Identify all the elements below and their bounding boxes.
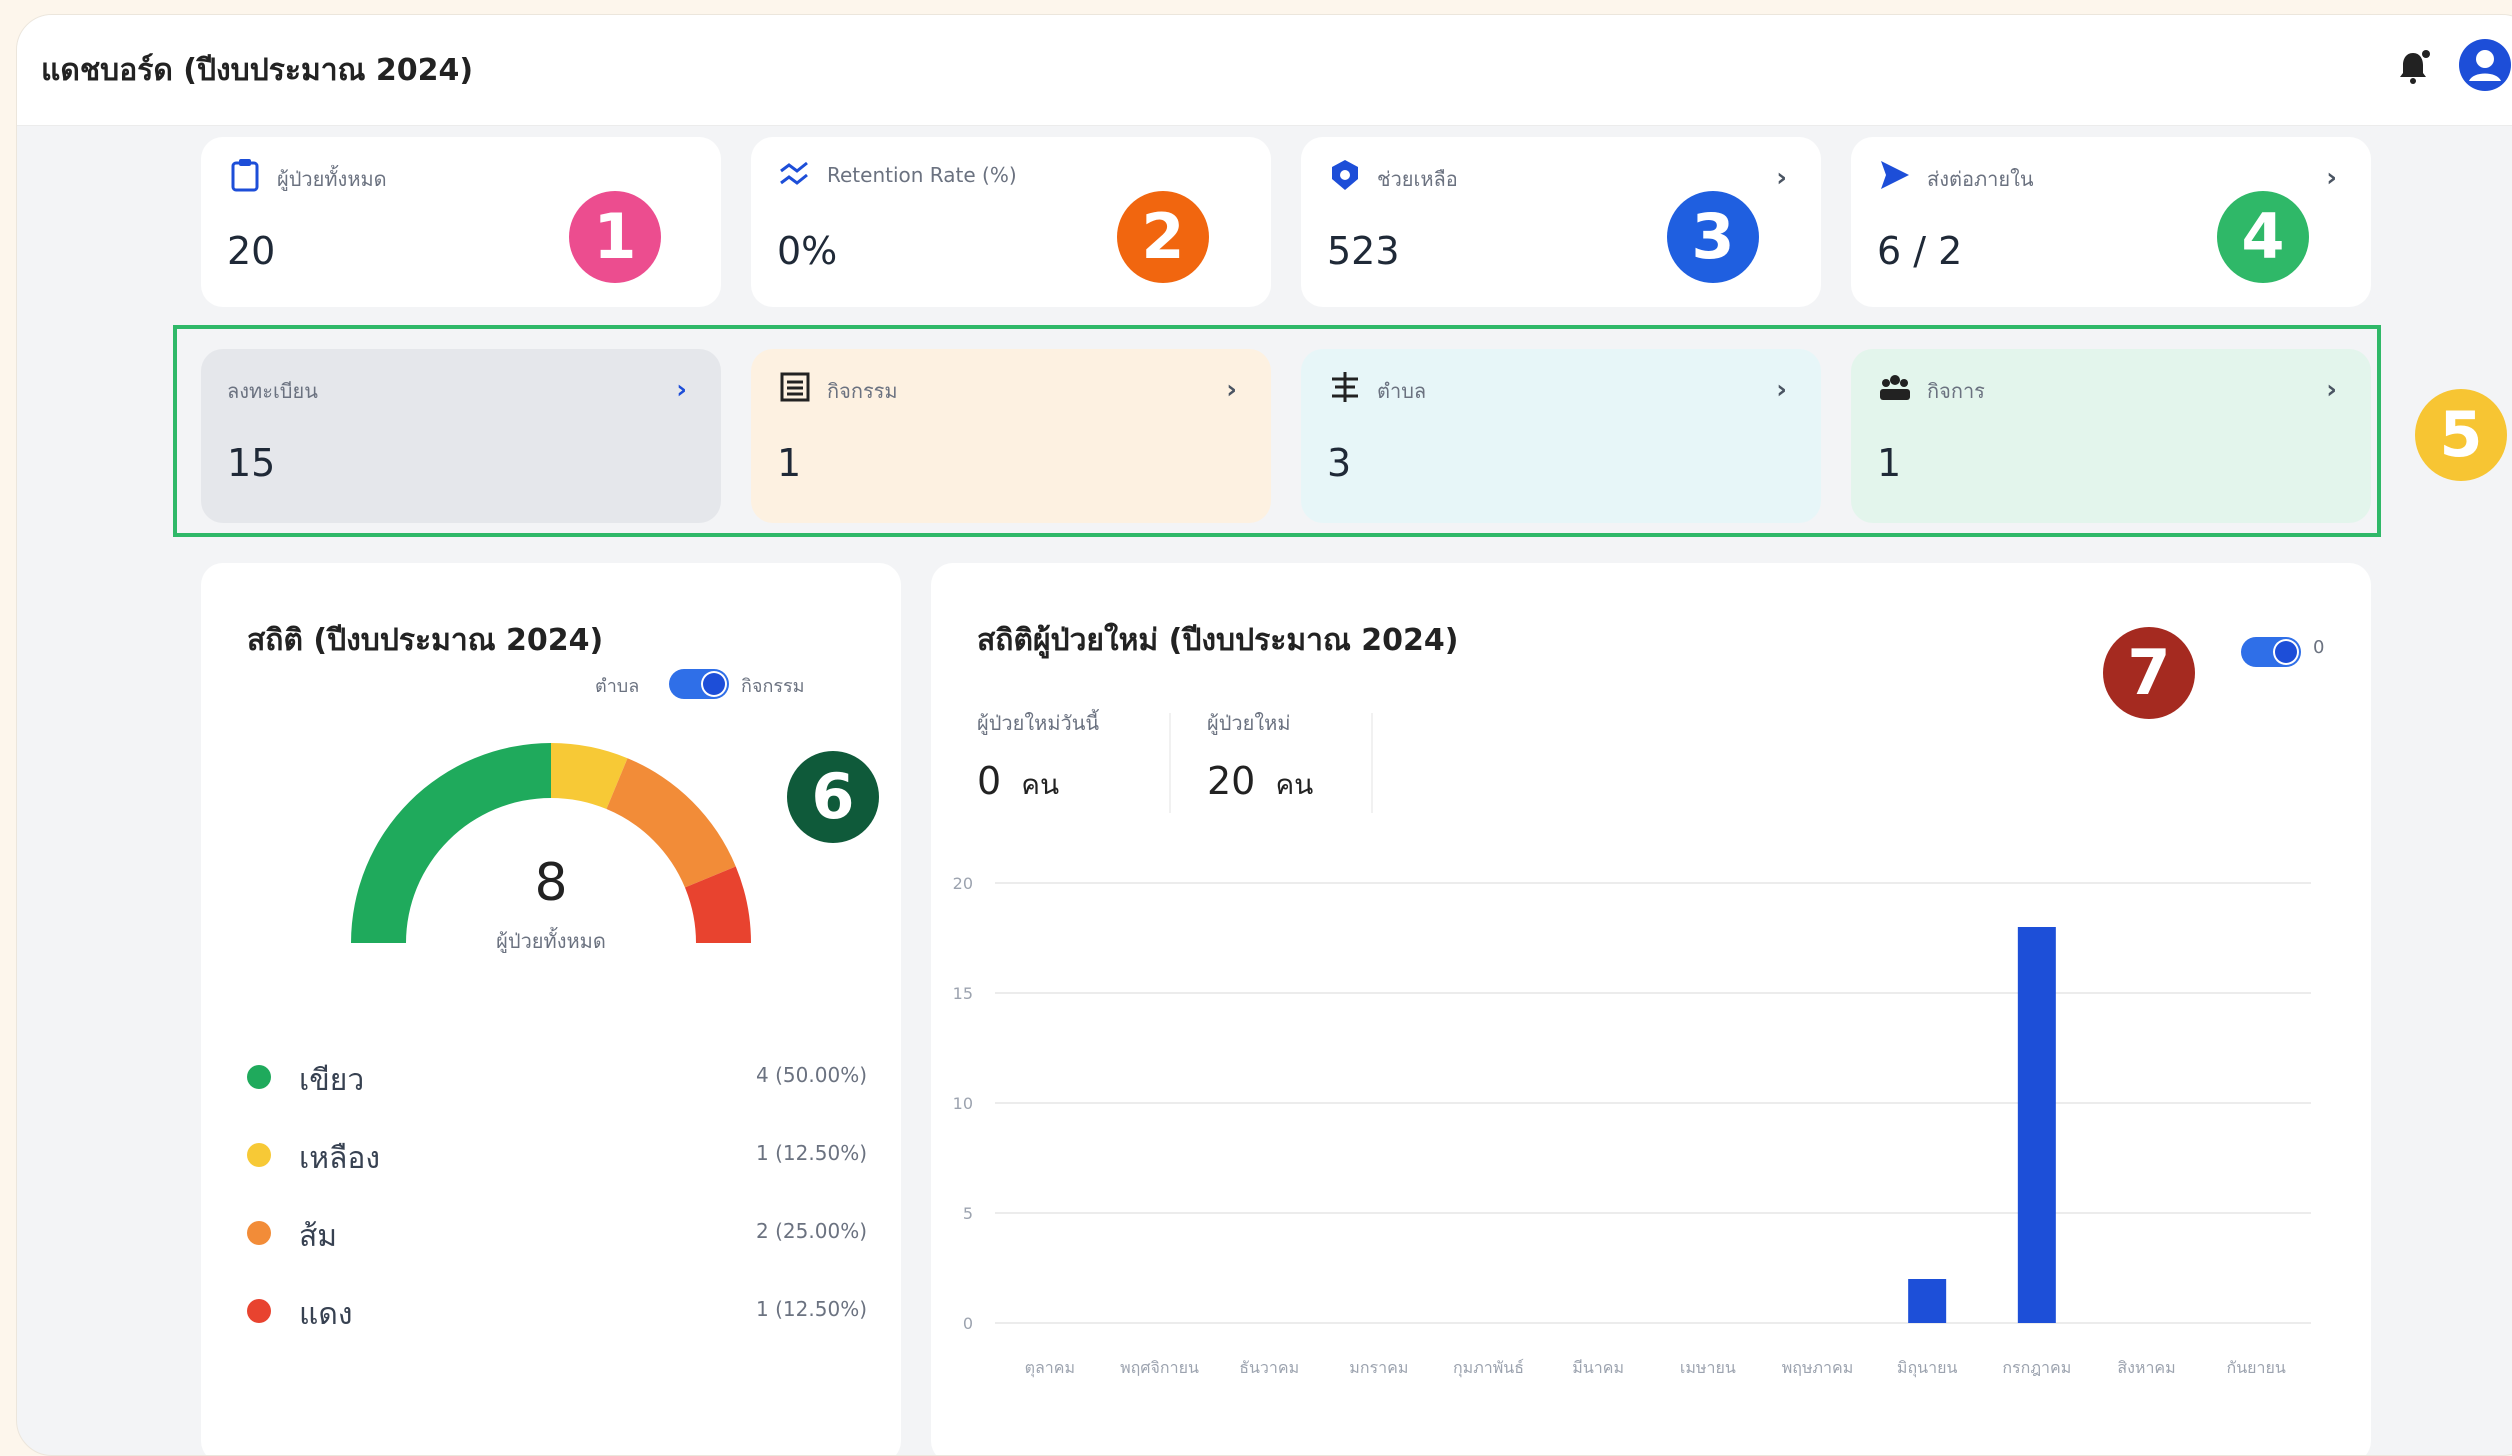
y-tick-label: 15 — [953, 984, 973, 1003]
x-tick-label: เมษายน — [1680, 1358, 1736, 1377]
chart-toggle[interactable] — [2241, 637, 2301, 667]
legend-name: เหลือง — [299, 1141, 381, 1176]
legend-value: 4 (50.00%) — [756, 1063, 867, 1087]
page-title: แดชบอร์ด (ปีงบประมาณ 2024) — [41, 53, 474, 88]
annotation-badge: 3 — [1667, 191, 1759, 283]
y-tick-label: 20 — [953, 874, 973, 893]
chevron-right-icon[interactable]: › — [2326, 163, 2337, 193]
stat-value: 523 — [1327, 229, 1400, 273]
annotation-badge: 1 — [569, 191, 661, 283]
badge-icon — [1332, 160, 1358, 190]
chart-bar[interactable] — [2017, 927, 2056, 1323]
stat-label: Retention Rate (%) — [827, 163, 1017, 187]
legend-value: 1 (12.50%) — [756, 1141, 867, 1165]
x-tick-label: กันยายน — [2227, 1358, 2286, 1377]
new-patients-bar-chart: 20 15 10 5 0 ตุลาคม พฤศจิกายน ธันวาคม มกราคม กุมภ… — [953, 874, 2311, 1378]
today-new-unit: คน — [1021, 768, 1060, 801]
annotation-badge: 5 — [2415, 389, 2507, 481]
gauge-segment-0 — [351, 743, 551, 943]
x-tick-label: กรกฎาคม — [2002, 1358, 2071, 1377]
total-new-value: 20 คน — [1207, 759, 1313, 807]
statistics-panel: สถิติ (ปีงบประมาณ 2024) ตำบล กิจกรรม 8 ผ… — [201, 563, 901, 1455]
dashboard-window: แดชบอร์ด (ปีงบประมาณ 2024) ผู้ป่วยทั้งหม… — [16, 14, 2512, 1456]
bell-icon[interactable] — [2393, 47, 2433, 87]
x-tick-label: ธันวาคม — [1239, 1358, 1299, 1377]
x-tick-label: ตุลาคม — [1025, 1358, 1075, 1378]
annotation-badge: 2 — [1117, 191, 1209, 283]
y-tick-label: 10 — [953, 1094, 973, 1113]
legend-name: แดง — [299, 1297, 353, 1332]
total-new-unit: คน — [1275, 768, 1314, 801]
stat-divider — [1371, 713, 1373, 813]
toggle-left-label: ตำบล — [595, 676, 640, 697]
toggle-right-label: กิจกรรม — [741, 676, 805, 697]
stat-value: 0% — [777, 229, 838, 273]
stat-divider — [1169, 713, 1171, 813]
gauge-total: 8 — [534, 853, 568, 913]
x-tick-label: พฤษภาคม — [1782, 1358, 1854, 1377]
x-tick-label: พฤศจิกายน — [1120, 1358, 1199, 1377]
gauge-total-label: ผู้ป่วยทั้งหมด — [496, 929, 606, 953]
clipboard-icon — [231, 159, 259, 192]
annotation-badge: 7 — [2103, 627, 2195, 719]
chevron-right-icon[interactable]: › — [1776, 163, 1787, 193]
x-tick-label: สิงหาคม — [2117, 1358, 2175, 1377]
y-tick-label: 5 — [963, 1204, 973, 1223]
legend-item-red: แดง 1 (12.50%) — [247, 1291, 867, 1332]
today-new-label: ผู้ป่วยใหม่วันนี้ — [977, 711, 1100, 735]
categories-highlight-frame — [173, 325, 2381, 537]
today-new-number: 0 — [977, 759, 1002, 803]
mode-toggle[interactable] — [669, 669, 729, 699]
legend-dot — [247, 1065, 271, 1089]
user-avatar-icon[interactable] — [2457, 37, 2512, 93]
legend-value: 2 (25.00%) — [756, 1219, 867, 1243]
chart-toggle-label: 0 — [2313, 637, 2325, 658]
stat-value: 6 / 2 — [1877, 229, 1963, 273]
stat-label: ส่งต่อภายใน — [1927, 167, 2034, 191]
x-tick-label: กุมภาพันธ์ — [1453, 1358, 1524, 1378]
today-new-value: 0 คน — [977, 759, 1059, 807]
legend-dot — [247, 1143, 271, 1167]
x-tick-label: มกราคม — [1349, 1358, 1408, 1377]
legend-item-orange: ส้ม 2 (25.00%) — [247, 1213, 867, 1254]
stat-value: 20 — [227, 229, 276, 273]
send-icon — [1881, 161, 1909, 189]
legend-item-green: เขียว 4 (50.00%) — [247, 1057, 867, 1098]
new-patients-title: สถิติผู้ป่วยใหม่ (ปีงบประมาณ 2024) — [977, 623, 1459, 658]
retention-icon — [780, 161, 808, 185]
chart-bar[interactable] — [1908, 1279, 1947, 1323]
legend-name: ส้ม — [299, 1219, 338, 1254]
legend-item-yellow: เหลือง 1 (12.50%) — [247, 1135, 867, 1176]
y-tick-label: 0 — [963, 1314, 973, 1333]
top-bar: แดชบอร์ด (ปีงบประมาณ 2024) — [17, 15, 2512, 126]
legend-dot — [247, 1221, 271, 1245]
x-tick-label: มีนาคม — [1572, 1358, 1624, 1377]
total-new-number: 20 — [1207, 759, 1256, 803]
x-tick-label: มิถุนายน — [1897, 1358, 1958, 1378]
annotation-badge: 4 — [2217, 191, 2309, 283]
legend-name: เขียว — [299, 1063, 365, 1098]
total-new-label: ผู้ป่วยใหม่ — [1207, 711, 1291, 735]
legend-dot — [247, 1299, 271, 1323]
statistics-title: สถิติ (ปีงบประมาณ 2024) — [247, 623, 604, 658]
legend-value: 1 (12.50%) — [756, 1297, 867, 1321]
stat-label: ผู้ป่วยทั้งหมด — [277, 167, 387, 191]
annotation-badge: 6 — [787, 751, 879, 843]
stat-label: ช่วยเหลือ — [1377, 167, 1458, 191]
